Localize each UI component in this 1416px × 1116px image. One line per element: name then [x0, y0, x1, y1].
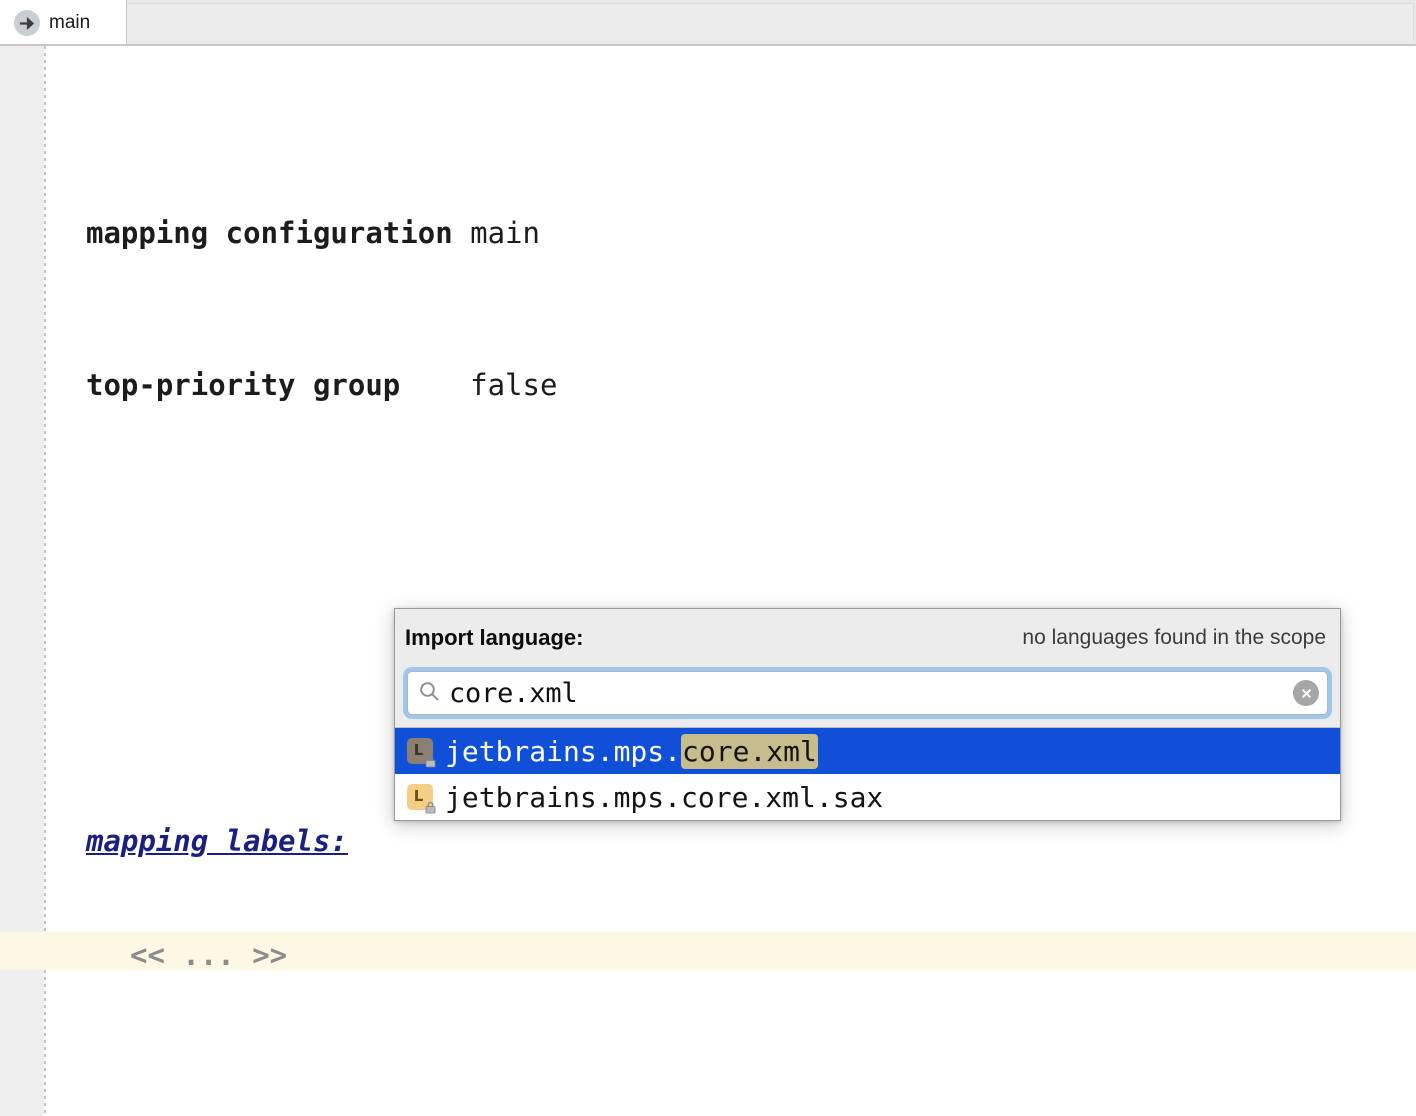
- import-language-result-list[interactable]: L jetbrains.mps. core.xml L jetbrains.mps…: [395, 727, 1340, 820]
- list-item[interactable]: L jetbrains.mps.core.xml.sax: [395, 774, 1340, 820]
- language-locked-icon: L: [407, 738, 436, 768]
- list-item-prefix: jetbrains.mps.core.xml.sax: [445, 780, 884, 814]
- list-item[interactable]: L jetbrains.mps. core.xml: [395, 728, 1340, 774]
- arrow-right-circle-icon: [14, 10, 40, 36]
- clear-circle-icon[interactable]: [1293, 680, 1319, 706]
- language-icon-letter: L: [413, 740, 424, 759]
- list-item-label: jetbrains.mps. core.xml: [445, 733, 818, 769]
- popup-hint-message: no languages found in the scope: [1022, 626, 1326, 649]
- tab-strip-empty-area: [126, 3, 1414, 41]
- editor-tab-bar: main: [0, 0, 1416, 46]
- search-focus-ring: core.xml: [403, 667, 1332, 719]
- placeholder-cell[interactable]: << ... >>: [130, 938, 287, 972]
- property-value: main: [470, 216, 540, 250]
- property-keyword: top-priority group: [86, 368, 401, 402]
- search-input[interactable]: core.xml: [407, 671, 1328, 715]
- list-item-prefix: jetbrains.mps.: [445, 734, 682, 768]
- editor-content[interactable]: mapping configuration main top-priority …: [0, 46, 1416, 1116]
- search-icon: [418, 680, 440, 707]
- section-header-mapping-labels[interactable]: mapping labels:: [0, 822, 1416, 860]
- popup-title: Import language:: [405, 625, 584, 650]
- lock-icon: [425, 756, 436, 768]
- code-line-mapping-configuration[interactable]: mapping configuration main: [0, 214, 1416, 252]
- search-input-value[interactable]: core.xml: [449, 678, 1293, 709]
- list-item-label: jetbrains.mps.core.xml.sax: [445, 781, 883, 814]
- section-content-mapping-labels[interactable]: << ... >>: [0, 936, 1416, 974]
- import-language-popup-header: Import language: no languages found in t…: [395, 609, 1340, 667]
- property-keyword: mapping configuration: [86, 216, 453, 250]
- tab-main-label: main: [49, 12, 91, 33]
- code-line-top-priority-group[interactable]: top-priority group false: [0, 366, 1416, 404]
- section-header-label: mapping labels:: [86, 824, 348, 858]
- tab-main[interactable]: main: [0, 0, 127, 46]
- lock-icon: [425, 802, 436, 814]
- property-value: false: [470, 368, 558, 402]
- list-item-match-highlight: core.xml: [681, 733, 818, 769]
- language-icon-letter: L: [413, 786, 424, 805]
- import-language-popup[interactable]: Import language: no languages found in t…: [394, 608, 1341, 821]
- code-editor[interactable]: mapping configuration main top-priority …: [0, 46, 1416, 1116]
- language-locked-icon: L: [407, 784, 436, 814]
